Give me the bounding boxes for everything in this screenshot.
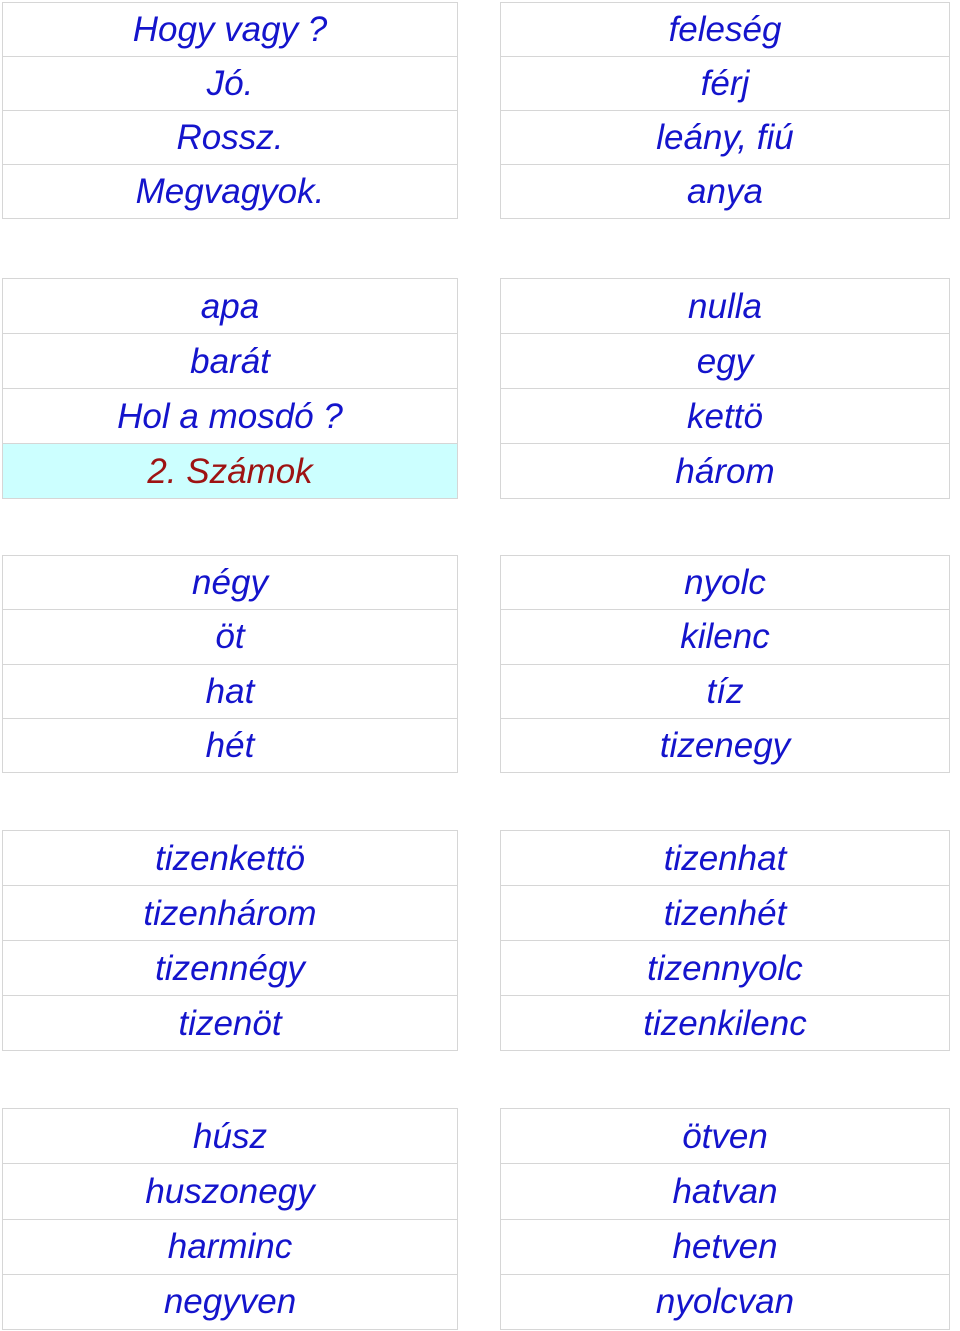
vocabulary-row: férj: [501, 57, 949, 111]
vocabulary-table-left-1: Hogy vagy ? Jó. Rossz. Megvagyok.: [2, 2, 458, 219]
vocabulary-row: tizenkilenc: [501, 996, 949, 1051]
slide-block-5: húsz huszonegy harminc negyven ötven hat…: [0, 1108, 960, 1330]
vocabulary-row: hat: [3, 665, 457, 719]
vocabulary-row: tizenkettö: [3, 831, 457, 886]
vocabulary-row: tizennégy: [3, 941, 457, 996]
slide-block-4: tizenkettö tizenhárom tizennégy tizenöt …: [0, 830, 960, 1051]
slide-block-3: négy öt hat hét nyolc kilenc tíz tizeneg…: [0, 555, 960, 773]
section-heading-numbers: 2. Számok: [3, 444, 457, 499]
vocabulary-row: hatvan: [501, 1164, 949, 1220]
vocabulary-row: negyven: [3, 1275, 457, 1330]
vocabulary-table-right-1: feleség férj leány, fiú anya: [500, 2, 950, 219]
vocabulary-table-right-2: nulla egy kettö három: [500, 278, 950, 499]
vocabulary-row: leány, fiú: [501, 111, 949, 165]
vocabulary-row: huszonegy: [3, 1164, 457, 1220]
vocabulary-row: kettö: [501, 389, 949, 444]
vocabulary-row: barát: [3, 334, 457, 389]
slide-block-1: Hogy vagy ? Jó. Rossz. Megvagyok. felesé…: [0, 2, 960, 219]
vocabulary-row: anya: [501, 165, 949, 219]
slide-block-2: apa barát Hol a mosdó ? 2. Számok nulla …: [0, 278, 960, 499]
vocabulary-row: feleség: [501, 3, 949, 57]
vocabulary-row: Hol a mosdó ?: [3, 389, 457, 444]
vocabulary-table-right-4: tizenhat tizenhét tizennyolc tizenkilenc: [500, 830, 950, 1051]
vocabulary-slide-grid: Hogy vagy ? Jó. Rossz. Megvagyok. felesé…: [0, 0, 960, 1331]
vocabulary-row: öt: [3, 610, 457, 665]
vocabulary-row: kilenc: [501, 610, 949, 665]
vocabulary-row: négy: [3, 556, 457, 611]
vocabulary-row: egy: [501, 334, 949, 389]
vocabulary-row: harminc: [3, 1220, 457, 1275]
vocabulary-table-left-3: négy öt hat hét: [2, 555, 458, 773]
vocabulary-table-right-3: nyolc kilenc tíz tizenegy: [500, 555, 950, 773]
vocabulary-row: tizennyolc: [501, 941, 949, 996]
vocabulary-row: húsz: [3, 1109, 457, 1165]
vocabulary-row: nulla: [501, 279, 949, 334]
vocabulary-table-left-5: húsz huszonegy harminc negyven: [2, 1108, 458, 1330]
vocabulary-row: tíz: [501, 665, 949, 719]
vocabulary-row: apa: [3, 279, 457, 334]
vocabulary-row: hetven: [501, 1220, 949, 1275]
vocabulary-row: ötven: [501, 1109, 949, 1165]
vocabulary-row: tizenhat: [501, 831, 949, 886]
vocabulary-row: hét: [3, 719, 457, 773]
vocabulary-row: Megvagyok.: [3, 165, 457, 219]
vocabulary-row: Rossz.: [3, 111, 457, 165]
vocabulary-row: tizenegy: [501, 719, 949, 773]
vocabulary-table-right-5: ötven hatvan hetven nyolcvan: [500, 1108, 950, 1330]
vocabulary-row: tizenhét: [501, 886, 949, 941]
vocabulary-table-left-2: apa barát Hol a mosdó ? 2. Számok: [2, 278, 458, 499]
vocabulary-row: Jó.: [3, 57, 457, 111]
vocabulary-table-left-4: tizenkettö tizenhárom tizennégy tizenöt: [2, 830, 458, 1051]
vocabulary-row: Hogy vagy ?: [3, 3, 457, 57]
vocabulary-row: nyolcvan: [501, 1275, 949, 1330]
vocabulary-row: tizenhárom: [3, 886, 457, 941]
vocabulary-row: tizenöt: [3, 996, 457, 1051]
vocabulary-row: nyolc: [501, 556, 949, 611]
vocabulary-row: három: [501, 444, 949, 499]
